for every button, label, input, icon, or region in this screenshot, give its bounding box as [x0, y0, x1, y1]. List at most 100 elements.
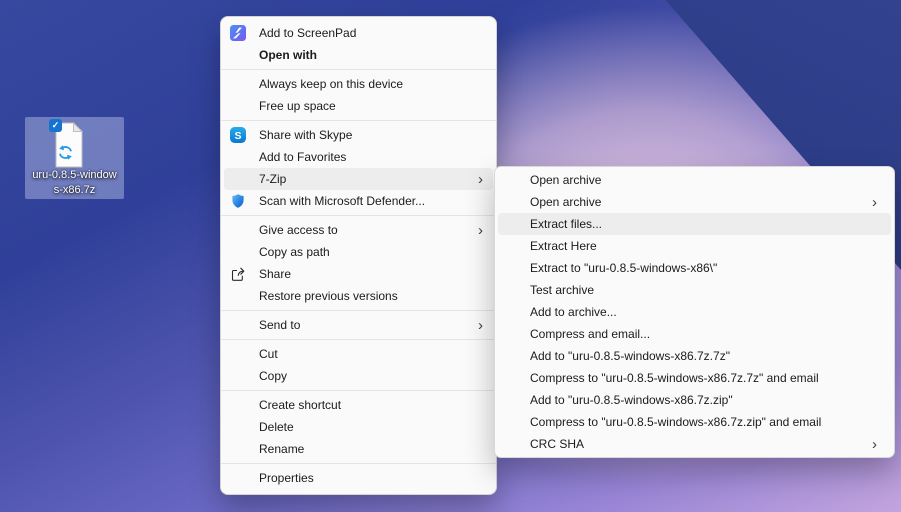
chevron-right-icon: › — [478, 221, 483, 239]
submenu-item-label: Extract to "uru-0.8.5-windows-x86\" — [530, 261, 718, 275]
submenu-item-extract-to[interactable]: Extract to "uru-0.8.5-windows-x86\" — [498, 257, 891, 279]
selected-check-badge: ✓ — [49, 119, 62, 132]
menu-item-7zip[interactable]: 7-Zip › — [224, 168, 493, 190]
submenu-item-open-archive[interactable]: Open archive — [498, 169, 891, 191]
chevron-right-icon: › — [872, 435, 877, 453]
submenu-item-add-to-7z[interactable]: Add to "uru-0.8.5-windows-x86.7z.7z" — [498, 345, 891, 367]
menu-item-label: Always keep on this device — [259, 77, 404, 91]
menu-item-free-up-space[interactable]: Free up space — [224, 95, 493, 117]
menu-item-open-with[interactable]: Open with — [224, 44, 493, 66]
menu-item-label: Properties — [259, 471, 314, 485]
submenu-item-compress-and-email[interactable]: Compress and email... — [498, 323, 891, 345]
menu-item-label: Open with — [259, 48, 317, 62]
menu-separator — [221, 463, 496, 464]
menu-item-share-with-skype[interactable]: S Share with Skype — [224, 124, 493, 146]
icon-spacer — [230, 222, 246, 238]
icon-spacer — [230, 346, 246, 362]
menu-item-label: Cut — [259, 347, 278, 361]
menu-item-label: Copy — [259, 369, 288, 383]
menu-item-copy-as-path[interactable]: Copy as path — [224, 241, 493, 263]
menu-item-add-to-screenpad[interactable]: Add to ScreenPad — [224, 22, 493, 44]
submenu-item-label: Compress to "uru-0.8.5-windows-x86.7z.7z… — [530, 371, 819, 385]
icon-spacer — [230, 47, 246, 63]
context-menu: Add to ScreenPad Open with Always keep o… — [220, 16, 497, 495]
file-name-label: uru-0.8.5-window s-x86.7z — [25, 168, 124, 197]
menu-item-label: Restore previous versions — [259, 289, 398, 303]
chevron-right-icon: › — [478, 170, 483, 188]
menu-item-label: Free up space — [259, 99, 336, 113]
submenu-item-label: Compress to "uru-0.8.5-windows-x86.7z.zi… — [530, 415, 822, 429]
menu-separator — [221, 69, 496, 70]
menu-item-add-to-favorites[interactable]: Add to Favorites — [224, 146, 493, 168]
submenu-item-open-archive-2[interactable]: Open archive › — [498, 191, 891, 213]
submenu-item-label: Compress and email... — [530, 327, 651, 341]
menu-item-label: Share with Skype — [259, 128, 353, 142]
7zip-submenu: Open archive Open archive › Extract file… — [494, 166, 895, 458]
menu-separator — [221, 339, 496, 340]
menu-item-label: Give access to — [259, 223, 338, 237]
submenu-item-label: Test archive — [530, 283, 595, 297]
menu-separator — [221, 310, 496, 311]
submenu-item-compress-to-zip-and-email[interactable]: Compress to "uru-0.8.5-windows-x86.7z.zi… — [498, 411, 891, 433]
submenu-item-crc-sha[interactable]: CRC SHA › — [498, 433, 891, 455]
desktop-wallpaper[interactable]: ✓ uru-0.8.5-window s-x86.7z Add to Scree… — [0, 0, 901, 512]
submenu-item-label: Add to "uru-0.8.5-windows-x86.7z.7z" — [530, 349, 730, 363]
menu-item-label: Rename — [259, 442, 305, 456]
menu-separator — [221, 215, 496, 216]
submenu-item-compress-to-7z-and-email[interactable]: Compress to "uru-0.8.5-windows-x86.7z.7z… — [498, 367, 891, 389]
menu-separator — [221, 390, 496, 391]
menu-item-create-shortcut[interactable]: Create shortcut — [224, 394, 493, 416]
submenu-item-label: CRC SHA — [530, 437, 585, 451]
menu-item-label: Add to ScreenPad — [259, 26, 357, 40]
menu-item-label: Delete — [259, 420, 294, 434]
menu-item-label: Scan with Microsoft Defender... — [259, 194, 426, 208]
menu-item-label: Share — [259, 267, 292, 281]
menu-item-label: Send to — [259, 318, 301, 332]
defender-shield-icon — [230, 193, 246, 209]
submenu-item-add-to-zip[interactable]: Add to "uru-0.8.5-windows-x86.7z.zip" — [498, 389, 891, 411]
submenu-item-label: Extract files... — [530, 217, 603, 231]
menu-separator — [221, 120, 496, 121]
menu-item-cut[interactable]: Cut — [224, 343, 493, 365]
submenu-item-test-archive[interactable]: Test archive — [498, 279, 891, 301]
menu-item-properties[interactable]: Properties — [224, 467, 493, 489]
menu-item-always-keep-on-this-device[interactable]: Always keep on this device — [224, 73, 493, 95]
screenpad-icon — [230, 25, 246, 41]
submenu-item-label: Extract Here — [530, 239, 597, 253]
submenu-item-label: Open archive — [530, 195, 602, 209]
file-name-line2: s-x86.7z — [53, 183, 96, 196]
icon-spacer — [230, 368, 246, 384]
icon-spacer — [230, 244, 246, 260]
icon-spacer — [230, 171, 246, 187]
menu-item-send-to[interactable]: Send to › — [224, 314, 493, 336]
submenu-item-extract-here[interactable]: Extract Here — [498, 235, 891, 257]
menu-item-label: Create shortcut — [259, 398, 342, 412]
submenu-item-add-to-archive[interactable]: Add to archive... — [498, 301, 891, 323]
submenu-item-label: Open archive — [530, 173, 602, 187]
menu-item-label: Add to Favorites — [259, 150, 347, 164]
icon-spacer — [230, 441, 246, 457]
menu-item-give-access-to[interactable]: Give access to › — [224, 219, 493, 241]
skype-initial: S — [234, 130, 241, 142]
menu-item-copy[interactable]: Copy — [224, 365, 493, 387]
share-icon — [230, 266, 246, 282]
submenu-item-label: Add to "uru-0.8.5-windows-x86.7z.zip" — [530, 393, 733, 407]
submenu-item-extract-files[interactable]: Extract files... — [498, 213, 891, 235]
icon-spacer — [230, 288, 246, 304]
menu-item-share[interactable]: Share — [224, 263, 493, 285]
menu-item-restore-previous-versions[interactable]: Restore previous versions — [224, 285, 493, 307]
icon-spacer — [230, 397, 246, 413]
menu-item-delete[interactable]: Delete — [224, 416, 493, 438]
menu-item-scan-with-defender[interactable]: Scan with Microsoft Defender... — [224, 190, 493, 212]
menu-item-label: 7-Zip — [259, 172, 287, 186]
icon-spacer — [230, 419, 246, 435]
menu-item-rename[interactable]: Rename — [224, 438, 493, 460]
icon-spacer — [230, 76, 246, 92]
icon-spacer — [230, 149, 246, 165]
chevron-right-icon: › — [872, 193, 877, 211]
file-name-line1: uru-0.8.5-window — [32, 169, 117, 181]
desktop-file-icon[interactable]: ✓ uru-0.8.5-window s-x86.7z — [25, 117, 124, 199]
icon-spacer — [230, 470, 246, 486]
onedrive-sync-icon — [57, 144, 74, 166]
menu-item-label: Copy as path — [259, 245, 330, 259]
